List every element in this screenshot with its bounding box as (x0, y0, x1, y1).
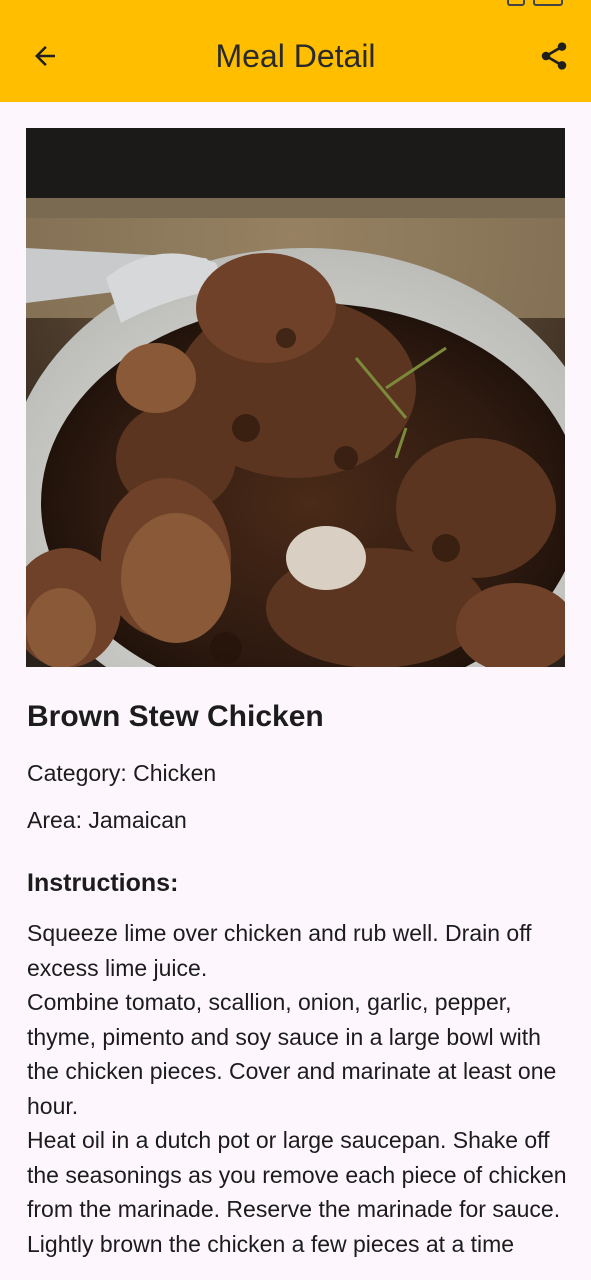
meal-category: Category: Chicken (27, 760, 217, 786)
share-button[interactable] (531, 33, 577, 79)
meal-name: Brown Stew Chicken (27, 700, 324, 733)
app-bar: Meal Detail (0, 0, 591, 102)
battery-icon (533, 0, 563, 6)
signal-icon (507, 0, 525, 6)
status-bar-icons (507, 0, 563, 6)
meal-photo (26, 128, 565, 667)
page-title: Meal Detail (215, 38, 376, 74)
share-icon (541, 42, 567, 70)
meal-photo-illustration (26, 128, 565, 667)
instructions-text: Squeeze lime over chicken and rub well. … (27, 920, 567, 1257)
instructions-heading: Instructions: (27, 869, 179, 897)
meal-area: Area: Jamaican (27, 807, 187, 833)
